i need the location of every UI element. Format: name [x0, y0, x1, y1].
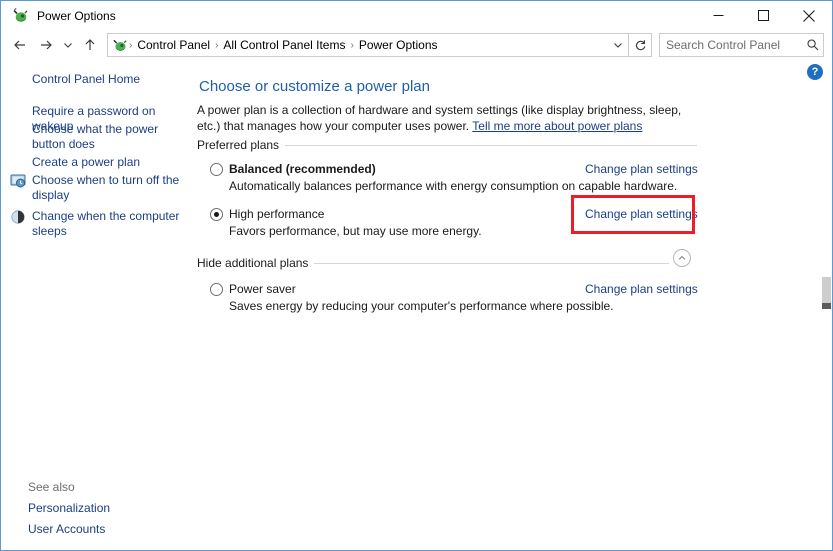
breadcrumb-item-power-options[interactable]: Power Options	[355, 38, 442, 52]
hide-additional-plans-label: Hide additional plans	[197, 256, 309, 270]
maximize-button[interactable]	[741, 1, 786, 30]
page-title: Choose or customize a power plan	[199, 78, 430, 95]
preferred-plans-label: Preferred plans	[197, 138, 280, 152]
forward-arrow-icon[interactable]	[33, 32, 59, 58]
tell-me-more-link[interactable]: Tell me more about power plans	[472, 119, 642, 133]
change-plan-settings-power-saver[interactable]: Change plan settings	[585, 282, 698, 296]
sidebar-item-control-panel-home[interactable]: Control Panel Home	[32, 72, 140, 87]
radio-high-performance[interactable]	[210, 208, 223, 221]
breadcrumb[interactable]: › Control Panel › All Control Panel Item…	[107, 33, 629, 57]
sidebar-item-choose-when-to-turn-off-the-display[interactable]: Choose when to turn off the display	[32, 173, 182, 203]
minimize-button[interactable]	[696, 1, 741, 30]
plan-description-power-saver: Saves energy by reducing your computer's…	[229, 299, 614, 313]
close-button[interactable]	[786, 1, 831, 30]
preferred-plans-header: Preferred plans	[197, 138, 697, 152]
page-description: A power plan is a collection of hardware…	[197, 102, 702, 134]
divider	[314, 262, 669, 264]
address-bar: › Control Panel › All Control Panel Item…	[1, 30, 832, 60]
power-plug-icon	[12, 7, 29, 24]
plan-high-performance[interactable]: High performance Favors performance, but…	[210, 207, 482, 238]
search-icon[interactable]	[803, 35, 823, 55]
back-arrow-icon[interactable]	[7, 32, 33, 58]
see-also-item-personalization[interactable]: Personalization	[28, 501, 110, 516]
refresh-icon[interactable]	[629, 33, 652, 57]
sidebar-item-choose-what-power-button-does[interactable]: Choose what the power button does	[32, 122, 182, 152]
see-also-item-user-accounts[interactable]: User Accounts	[28, 522, 105, 537]
scrollbar-thumb[interactable]	[822, 277, 831, 303]
main-pane: Choose or customize a power plan A power…	[192, 60, 832, 550]
change-plan-settings-balanced[interactable]: Change plan settings	[585, 162, 698, 176]
power-options-window: Power Options › Control Panel › All Cont…	[0, 0, 833, 551]
plan-description-high-performance: Favors performance, but may use more ene…	[229, 224, 482, 238]
search-box[interactable]	[659, 33, 824, 57]
plan-name-balanced: Balanced (recommended)	[229, 162, 376, 176]
sidebar-item-change-when-the-computer-sleeps[interactable]: Change when the computer sleeps	[32, 209, 182, 239]
window-title: Power Options	[37, 8, 116, 23]
divider	[285, 144, 697, 146]
plan-name-high-performance: High performance	[229, 207, 325, 221]
breadcrumb-chevron-down-icon[interactable]	[608, 35, 628, 55]
radio-power-saver[interactable]	[210, 283, 223, 296]
plan-power-saver[interactable]: Power saver Saves energy by reducing you…	[210, 282, 614, 313]
breadcrumb-item-all-control-panel-items[interactable]: All Control Panel Items	[219, 38, 349, 52]
plan-name-power-saver: Power saver	[229, 282, 296, 296]
plan-description-balanced: Automatically balances performance with …	[229, 179, 678, 193]
up-arrow-icon[interactable]	[77, 32, 103, 58]
see-also-label: See also	[28, 480, 75, 494]
search-input[interactable]	[660, 37, 803, 53]
recent-locations-chevron-down-icon[interactable]	[59, 32, 77, 58]
display-shield-icon	[10, 173, 26, 189]
sleep-shield-icon	[10, 209, 26, 225]
change-plan-settings-high-performance[interactable]: Change plan settings	[585, 207, 698, 221]
title-bar: Power Options	[1, 1, 832, 30]
sidebar-item-create-a-power-plan[interactable]: Create a power plan	[32, 155, 182, 170]
content-area: ? Control Panel Home Require a password …	[2, 60, 832, 550]
power-plug-icon	[112, 37, 128, 53]
scrollbar-marker[interactable]	[822, 303, 831, 309]
radio-balanced[interactable]	[210, 163, 223, 176]
chevron-up-icon[interactable]	[673, 249, 691, 267]
sidebar: Control Panel Home Require a password on…	[2, 60, 192, 550]
hide-additional-plans-header: Hide additional plans	[197, 256, 669, 270]
breadcrumb-item-control-panel[interactable]: Control Panel	[133, 38, 214, 52]
